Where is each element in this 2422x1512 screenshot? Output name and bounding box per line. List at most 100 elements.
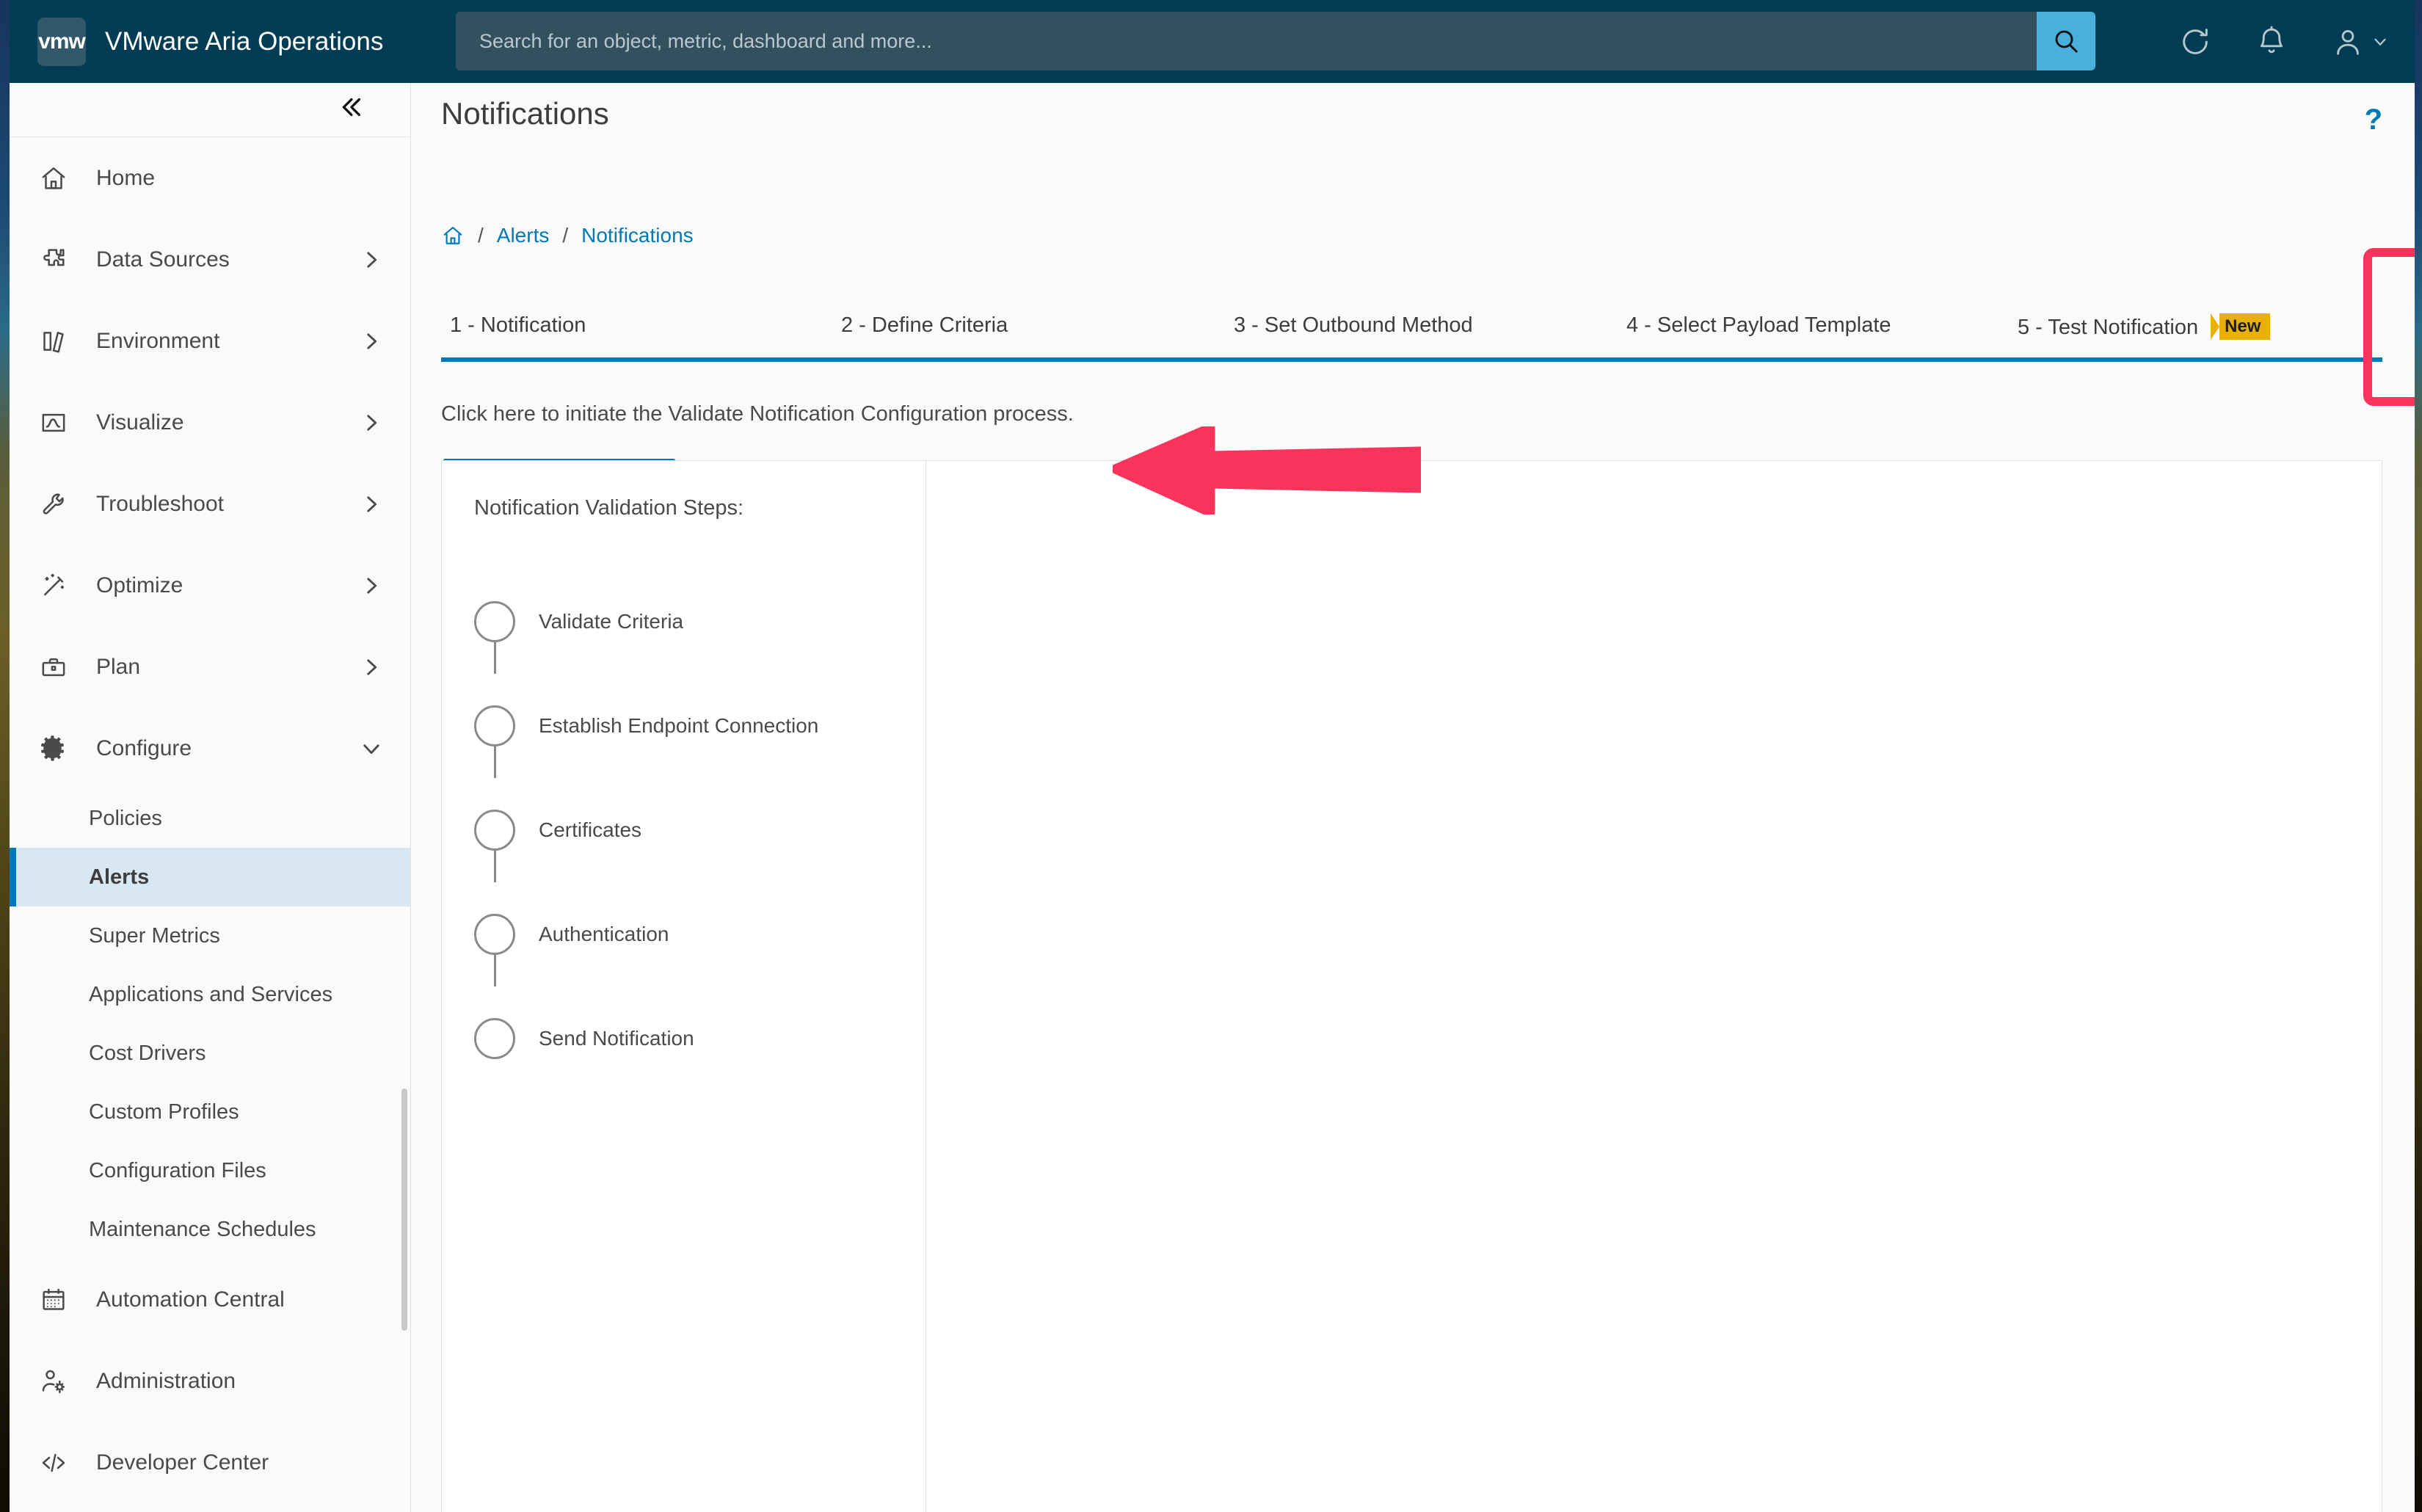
sidebar-nav: Home Data Sources Environment Visualize Trou… bbox=[10, 137, 410, 1503]
validation-step: Send Notification bbox=[474, 986, 818, 1091]
search-button[interactable] bbox=[2037, 12, 2095, 70]
sidebar-item-label: Applications and Services bbox=[89, 983, 332, 1007]
chevron-down-icon[interactable] bbox=[359, 736, 384, 761]
main-content: Notifications ? / Alerts / Notifications… bbox=[412, 83, 2415, 1512]
home-icon bbox=[441, 224, 465, 247]
app-title: VMware Aria Operations bbox=[105, 27, 383, 57]
validation-steps-list: Validate Criteria Establish Endpoint Conn… bbox=[474, 570, 818, 1091]
validation-step-status-circle[interactable] bbox=[474, 601, 515, 642]
books-icon bbox=[39, 327, 74, 356]
sidebar-item-configure[interactable]: Configure bbox=[10, 708, 410, 789]
wizard-step-3[interactable]: 3 - Set Outbound Method bbox=[1234, 313, 1473, 338]
sidebar-item-developer-center[interactable]: Developer Center bbox=[10, 1422, 410, 1503]
wizard-step-label: 2 - Define Criteria bbox=[841, 313, 1008, 337]
code-icon bbox=[39, 1448, 74, 1478]
breadcrumb-item-alerts[interactable]: Alerts bbox=[497, 224, 550, 247]
breadcrumb: / Alerts / Notifications bbox=[441, 224, 694, 247]
chevron-right-icon[interactable] bbox=[359, 329, 384, 354]
validation-steps-panel: Notification Validation Steps: Validate … bbox=[442, 461, 926, 1512]
header-icon-group bbox=[2178, 0, 2390, 83]
user-menu-button[interactable] bbox=[2331, 25, 2390, 59]
validation-step-label: Validate Criteria bbox=[539, 610, 683, 633]
sidebar-collapse-row bbox=[10, 83, 410, 137]
wizard-step-2[interactable]: 2 - Define Criteria bbox=[841, 313, 1008, 338]
puzzle-icon bbox=[39, 245, 74, 275]
refresh-button[interactable] bbox=[2178, 25, 2212, 59]
calendar-icon bbox=[39, 1285, 74, 1315]
validation-step-status-circle[interactable] bbox=[474, 1018, 515, 1059]
new-badge: New bbox=[2211, 313, 2270, 340]
vmware-logo-icon: vmw bbox=[37, 18, 86, 66]
sidebar-item-optimize[interactable]: Optimize bbox=[10, 545, 410, 626]
sidebar-scrollbar[interactable] bbox=[401, 1088, 407, 1331]
sidebar-item-policies[interactable]: Policies bbox=[10, 789, 410, 848]
sidebar-item-label: Cost Drivers bbox=[89, 1042, 206, 1066]
validation-step: Certificates bbox=[474, 778, 818, 882]
sidebar-item-home[interactable]: Home bbox=[10, 137, 410, 219]
sidebar-item-troubleshoot[interactable]: Troubleshoot bbox=[10, 463, 410, 545]
chevron-right-icon[interactable] bbox=[359, 655, 384, 680]
notifications-button[interactable] bbox=[2255, 25, 2288, 59]
sidebar-item-automation-central[interactable]: Automation Central bbox=[10, 1259, 410, 1340]
chevron-double-left-icon bbox=[335, 92, 366, 123]
breadcrumb-separator-2: / bbox=[562, 224, 568, 247]
validation-step: Validate Criteria bbox=[474, 570, 818, 674]
sidebar-item-label: Developer Center bbox=[96, 1450, 269, 1475]
global-search bbox=[456, 12, 2095, 70]
wizard-step-1[interactable]: 1 - Notification bbox=[450, 313, 586, 338]
sidebar-item-label: Custom Profiles bbox=[89, 1100, 239, 1124]
breadcrumb-home-icon[interactable] bbox=[441, 224, 465, 247]
sidebar-item-label: Automation Central bbox=[96, 1287, 285, 1312]
brand[interactable]: vmw VMware Aria Operations bbox=[37, 18, 383, 66]
search-input[interactable] bbox=[456, 12, 2037, 70]
sidebar-item-administration[interactable]: Administration bbox=[10, 1340, 410, 1422]
sidebar-item-custom-profiles[interactable]: Custom Profiles bbox=[10, 1083, 410, 1141]
validation-step-label: Authentication bbox=[539, 923, 669, 946]
sidebar-item-label: Maintenance Schedules bbox=[89, 1218, 316, 1242]
wizard-step-label: 3 - Set Outbound Method bbox=[1234, 313, 1473, 337]
wizard-step-5[interactable]: 5 - Test NotificationNew bbox=[2018, 313, 2270, 340]
sidebar-item-configuration-files[interactable]: Configuration Files bbox=[10, 1141, 410, 1200]
wand-icon bbox=[39, 571, 74, 600]
bell-icon bbox=[2255, 25, 2288, 59]
page-title: Notifications bbox=[441, 96, 609, 131]
chevron-right-icon[interactable] bbox=[359, 573, 384, 598]
sidebar-item-cost-drivers[interactable]: Cost Drivers bbox=[10, 1024, 410, 1083]
sidebar-item-label: Home bbox=[96, 166, 155, 191]
sidebar-item-plan[interactable]: Plan bbox=[10, 626, 410, 708]
validation-step-label: Send Notification bbox=[539, 1027, 694, 1050]
help-icon[interactable]: ? bbox=[2365, 103, 2382, 137]
sidebar-item-label: Troubleshoot bbox=[96, 492, 224, 517]
sidebar-item-label: Super Metrics bbox=[89, 924, 220, 948]
validation-step: Authentication bbox=[474, 882, 818, 986]
logo-text: vmw bbox=[38, 29, 85, 54]
sidebar-item-alerts[interactable]: Alerts bbox=[10, 848, 410, 906]
sidebar-item-super-metrics[interactable]: Super Metrics bbox=[10, 906, 410, 965]
sidebar-item-label: Plan bbox=[96, 655, 140, 680]
instruction-text: Click here to initiate the Validate Noti… bbox=[441, 402, 1074, 426]
chevron-right-icon[interactable] bbox=[359, 492, 384, 517]
validation-step-status-circle[interactable] bbox=[474, 914, 515, 955]
sidebar-item-label: Visualize bbox=[96, 410, 184, 435]
browser-window: vmw VMware Aria Operations bbox=[10, 0, 2415, 1512]
validation-step: Establish Endpoint Connection bbox=[474, 674, 818, 778]
search-icon bbox=[2051, 26, 2081, 56]
sidebar-item-label: Data Sources bbox=[96, 247, 230, 272]
sidebar-item-label: Alerts bbox=[89, 865, 149, 890]
chevron-right-icon[interactable] bbox=[359, 247, 384, 272]
refresh-icon bbox=[2178, 25, 2212, 59]
validation-step-status-circle[interactable] bbox=[474, 705, 515, 746]
breadcrumb-item-notifications[interactable]: Notifications bbox=[581, 224, 694, 247]
chevron-right-icon[interactable] bbox=[359, 410, 384, 435]
wizard-step-4[interactable]: 4 - Select Payload Template bbox=[1626, 313, 1891, 338]
sidebar-item-visualize[interactable]: Visualize bbox=[10, 382, 410, 463]
sidebar-item-environment[interactable]: Environment bbox=[10, 300, 410, 382]
sidebar-item-data-sources[interactable]: Data Sources bbox=[10, 219, 410, 300]
sidebar-item-applications-and-services[interactable]: Applications and Services bbox=[10, 965, 410, 1024]
sidebar-item-label: Optimize bbox=[96, 573, 183, 598]
validation-steps-title: Notification Validation Steps: bbox=[474, 496, 743, 520]
validation-step-status-circle[interactable] bbox=[474, 810, 515, 851]
sidebar-item-maintenance-schedules[interactable]: Maintenance Schedules bbox=[10, 1200, 410, 1259]
home-icon bbox=[39, 164, 74, 193]
collapse-sidebar-button[interactable] bbox=[335, 92, 366, 128]
